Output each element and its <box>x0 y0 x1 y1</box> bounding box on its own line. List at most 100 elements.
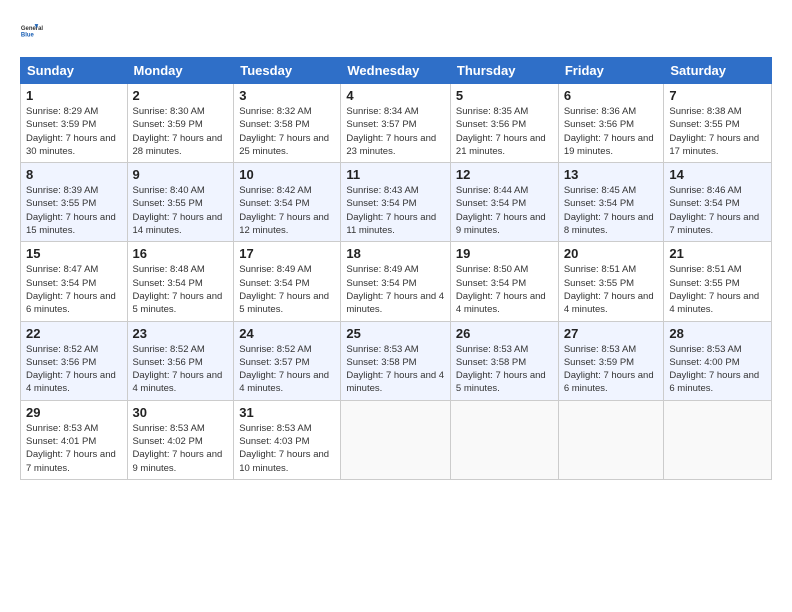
calendar-day-cell: 4 Sunrise: 8:34 AMSunset: 3:57 PMDayligh… <box>341 84 451 163</box>
day-number: 26 <box>456 326 553 341</box>
weekday-header-row: SundayMondayTuesdayWednesdayThursdayFrid… <box>21 58 772 84</box>
day-detail: Sunrise: 8:53 AMSunset: 4:02 PMDaylight:… <box>133 422 229 475</box>
day-number: 30 <box>133 405 229 420</box>
weekday-header: Wednesday <box>341 58 451 84</box>
calendar-day-cell: 18 Sunrise: 8:49 AMSunset: 3:54 PMDaylig… <box>341 242 451 321</box>
day-detail: Sunrise: 8:42 AMSunset: 3:54 PMDaylight:… <box>239 184 335 237</box>
weekday-header: Monday <box>127 58 234 84</box>
weekday-header: Tuesday <box>234 58 341 84</box>
calendar-week-row: 22 Sunrise: 8:52 AMSunset: 3:56 PMDaylig… <box>21 321 772 400</box>
day-number: 16 <box>133 246 229 261</box>
day-number: 1 <box>26 88 122 103</box>
calendar-day-cell: 21 Sunrise: 8:51 AMSunset: 3:55 PMDaylig… <box>664 242 772 321</box>
day-number: 19 <box>456 246 553 261</box>
calendar-day-cell: 22 Sunrise: 8:52 AMSunset: 3:56 PMDaylig… <box>21 321 128 400</box>
calendar-day-cell: 28 Sunrise: 8:53 AMSunset: 4:00 PMDaylig… <box>664 321 772 400</box>
day-detail: Sunrise: 8:53 AMSunset: 4:01 PMDaylight:… <box>26 422 122 475</box>
day-detail: Sunrise: 8:52 AMSunset: 3:57 PMDaylight:… <box>239 343 335 396</box>
day-detail: Sunrise: 8:39 AMSunset: 3:55 PMDaylight:… <box>26 184 122 237</box>
day-detail: Sunrise: 8:29 AMSunset: 3:59 PMDaylight:… <box>26 105 122 158</box>
calendar-day-cell: 11 Sunrise: 8:43 AMSunset: 3:54 PMDaylig… <box>341 163 451 242</box>
day-number: 5 <box>456 88 553 103</box>
calendar-day-cell: 10 Sunrise: 8:42 AMSunset: 3:54 PMDaylig… <box>234 163 341 242</box>
logo: General Blue <box>20 15 52 47</box>
calendar-day-cell <box>341 400 451 479</box>
day-number: 14 <box>669 167 766 182</box>
calendar-day-cell: 3 Sunrise: 8:32 AMSunset: 3:58 PMDayligh… <box>234 84 341 163</box>
calendar-day-cell: 15 Sunrise: 8:47 AMSunset: 3:54 PMDaylig… <box>21 242 128 321</box>
day-detail: Sunrise: 8:44 AMSunset: 3:54 PMDaylight:… <box>456 184 553 237</box>
day-number: 15 <box>26 246 122 261</box>
day-number: 20 <box>564 246 659 261</box>
calendar-day-cell: 2 Sunrise: 8:30 AMSunset: 3:59 PMDayligh… <box>127 84 234 163</box>
calendar-day-cell: 14 Sunrise: 8:46 AMSunset: 3:54 PMDaylig… <box>664 163 772 242</box>
calendar-day-cell: 17 Sunrise: 8:49 AMSunset: 3:54 PMDaylig… <box>234 242 341 321</box>
day-detail: Sunrise: 8:40 AMSunset: 3:55 PMDaylight:… <box>133 184 229 237</box>
day-detail: Sunrise: 8:53 AMSunset: 4:03 PMDaylight:… <box>239 422 335 475</box>
day-number: 25 <box>346 326 445 341</box>
svg-text:General: General <box>21 26 43 32</box>
day-number: 18 <box>346 246 445 261</box>
calendar-week-row: 29 Sunrise: 8:53 AMSunset: 4:01 PMDaylig… <box>21 400 772 479</box>
calendar-day-cell: 31 Sunrise: 8:53 AMSunset: 4:03 PMDaylig… <box>234 400 341 479</box>
svg-text:Blue: Blue <box>21 32 35 38</box>
day-detail: Sunrise: 8:53 AMSunset: 3:58 PMDaylight:… <box>346 343 445 396</box>
day-detail: Sunrise: 8:36 AMSunset: 3:56 PMDaylight:… <box>564 105 659 158</box>
calendar-day-cell <box>558 400 664 479</box>
calendar-day-cell: 1 Sunrise: 8:29 AMSunset: 3:59 PMDayligh… <box>21 84 128 163</box>
calendar-day-cell: 29 Sunrise: 8:53 AMSunset: 4:01 PMDaylig… <box>21 400 128 479</box>
day-number: 3 <box>239 88 335 103</box>
calendar-day-cell <box>450 400 558 479</box>
day-number: 10 <box>239 167 335 182</box>
calendar-day-cell: 27 Sunrise: 8:53 AMSunset: 3:59 PMDaylig… <box>558 321 664 400</box>
calendar-day-cell: 12 Sunrise: 8:44 AMSunset: 3:54 PMDaylig… <box>450 163 558 242</box>
day-number: 28 <box>669 326 766 341</box>
weekday-header: Friday <box>558 58 664 84</box>
page: General Blue SundayMondayTuesdayWednesda… <box>0 0 792 612</box>
day-number: 9 <box>133 167 229 182</box>
calendar-day-cell: 16 Sunrise: 8:48 AMSunset: 3:54 PMDaylig… <box>127 242 234 321</box>
calendar-table: SundayMondayTuesdayWednesdayThursdayFrid… <box>20 57 772 480</box>
calendar-day-cell: 20 Sunrise: 8:51 AMSunset: 3:55 PMDaylig… <box>558 242 664 321</box>
calendar-day-cell: 19 Sunrise: 8:50 AMSunset: 3:54 PMDaylig… <box>450 242 558 321</box>
day-number: 8 <box>26 167 122 182</box>
day-number: 6 <box>564 88 659 103</box>
day-detail: Sunrise: 8:49 AMSunset: 3:54 PMDaylight:… <box>346 263 445 316</box>
day-number: 12 <box>456 167 553 182</box>
day-detail: Sunrise: 8:53 AMSunset: 3:58 PMDaylight:… <box>456 343 553 396</box>
day-detail: Sunrise: 8:53 AMSunset: 3:59 PMDaylight:… <box>564 343 659 396</box>
day-number: 4 <box>346 88 445 103</box>
day-detail: Sunrise: 8:50 AMSunset: 3:54 PMDaylight:… <box>456 263 553 316</box>
day-number: 29 <box>26 405 122 420</box>
day-number: 27 <box>564 326 659 341</box>
day-detail: Sunrise: 8:46 AMSunset: 3:54 PMDaylight:… <box>669 184 766 237</box>
day-number: 7 <box>669 88 766 103</box>
day-detail: Sunrise: 8:30 AMSunset: 3:59 PMDaylight:… <box>133 105 229 158</box>
calendar-day-cell: 6 Sunrise: 8:36 AMSunset: 3:56 PMDayligh… <box>558 84 664 163</box>
calendar-day-cell: 25 Sunrise: 8:53 AMSunset: 3:58 PMDaylig… <box>341 321 451 400</box>
day-detail: Sunrise: 8:53 AMSunset: 4:00 PMDaylight:… <box>669 343 766 396</box>
day-number: 22 <box>26 326 122 341</box>
calendar-day-cell <box>664 400 772 479</box>
day-detail: Sunrise: 8:45 AMSunset: 3:54 PMDaylight:… <box>564 184 659 237</box>
day-number: 21 <box>669 246 766 261</box>
day-number: 13 <box>564 167 659 182</box>
calendar-day-cell: 23 Sunrise: 8:52 AMSunset: 3:56 PMDaylig… <box>127 321 234 400</box>
day-detail: Sunrise: 8:32 AMSunset: 3:58 PMDaylight:… <box>239 105 335 158</box>
day-detail: Sunrise: 8:34 AMSunset: 3:57 PMDaylight:… <box>346 105 445 158</box>
calendar-day-cell: 26 Sunrise: 8:53 AMSunset: 3:58 PMDaylig… <box>450 321 558 400</box>
day-detail: Sunrise: 8:52 AMSunset: 3:56 PMDaylight:… <box>26 343 122 396</box>
day-detail: Sunrise: 8:49 AMSunset: 3:54 PMDaylight:… <box>239 263 335 316</box>
day-detail: Sunrise: 8:38 AMSunset: 3:55 PMDaylight:… <box>669 105 766 158</box>
day-detail: Sunrise: 8:47 AMSunset: 3:54 PMDaylight:… <box>26 263 122 316</box>
day-detail: Sunrise: 8:43 AMSunset: 3:54 PMDaylight:… <box>346 184 445 237</box>
calendar-day-cell: 24 Sunrise: 8:52 AMSunset: 3:57 PMDaylig… <box>234 321 341 400</box>
day-number: 31 <box>239 405 335 420</box>
calendar-day-cell: 8 Sunrise: 8:39 AMSunset: 3:55 PMDayligh… <box>21 163 128 242</box>
day-detail: Sunrise: 8:51 AMSunset: 3:55 PMDaylight:… <box>669 263 766 316</box>
calendar-day-cell: 5 Sunrise: 8:35 AMSunset: 3:56 PMDayligh… <box>450 84 558 163</box>
weekday-header: Saturday <box>664 58 772 84</box>
day-detail: Sunrise: 8:48 AMSunset: 3:54 PMDaylight:… <box>133 263 229 316</box>
calendar-week-row: 8 Sunrise: 8:39 AMSunset: 3:55 PMDayligh… <box>21 163 772 242</box>
calendar-day-cell: 13 Sunrise: 8:45 AMSunset: 3:54 PMDaylig… <box>558 163 664 242</box>
